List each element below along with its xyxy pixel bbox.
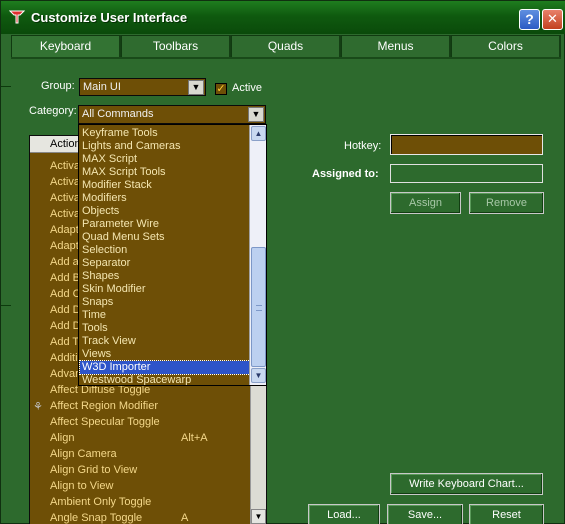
assign-button[interactable]: Assign bbox=[390, 192, 461, 214]
action-name: Activa bbox=[50, 176, 80, 188]
category-option[interactable]: Westwood Spacewarp bbox=[80, 374, 250, 385]
category-dropdown-list[interactable]: Keyframe Tools Lights and Cameras MAX Scri… bbox=[78, 124, 267, 386]
action-name: Affect Region Modifier bbox=[50, 400, 159, 412]
category-value: All Commands bbox=[82, 108, 154, 120]
category-option[interactable]: Quad Menu Sets bbox=[80, 231, 250, 244]
action-name: Activa bbox=[50, 208, 80, 220]
remove-button[interactable]: Remove bbox=[469, 192, 544, 214]
load-button[interactable]: Load... bbox=[308, 504, 380, 524]
chevron-down-icon[interactable]: ▼ bbox=[248, 107, 264, 122]
action-name: Add D bbox=[50, 320, 81, 332]
list-item[interactable]: Align Grid to View bbox=[30, 462, 250, 478]
action-name: Ambient Only Toggle bbox=[50, 496, 152, 508]
list-item[interactable]: Ambient Only Toggle bbox=[30, 494, 250, 510]
action-name: Adapt bbox=[50, 224, 79, 236]
category-option[interactable]: Modifier Stack bbox=[80, 179, 250, 192]
category-option[interactable]: Skin Modifier bbox=[80, 283, 250, 296]
category-options: Keyframe Tools Lights and Cameras MAX Scri… bbox=[79, 127, 251, 385]
action-name: Adapt bbox=[50, 240, 79, 252]
action-hotkey: Alt+A bbox=[181, 432, 208, 444]
scroll-down-icon[interactable]: ▼ bbox=[251, 509, 266, 524]
category-option[interactable]: Parameter Wire bbox=[80, 218, 250, 231]
category-option[interactable]: Snaps bbox=[80, 296, 250, 309]
tab-colors[interactable]: Colors bbox=[451, 35, 561, 58]
list-item[interactable]: ⚘ Affect Region Modifier bbox=[30, 398, 250, 414]
close-button[interactable]: ✕ bbox=[542, 9, 563, 30]
save-button[interactable]: Save... bbox=[387, 504, 463, 524]
hotkey-input[interactable] bbox=[390, 134, 543, 155]
category-option[interactable]: MAX Script Tools bbox=[80, 166, 250, 179]
scroll-down-icon[interactable]: ▼ bbox=[251, 368, 266, 383]
category-option[interactable]: Track View bbox=[80, 335, 250, 348]
action-name: Advar bbox=[50, 368, 79, 380]
action-name: Align bbox=[50, 432, 75, 444]
category-option[interactable]: Selection bbox=[80, 244, 250, 257]
chevron-down-icon[interactable]: ▼ bbox=[188, 80, 204, 95]
action-name: Align Grid to View bbox=[50, 464, 138, 476]
divider bbox=[1, 305, 11, 306]
hotkey-label: Hotkey: bbox=[344, 140, 382, 152]
group-dropdown[interactable]: Main UI ▼ bbox=[79, 78, 206, 96]
action-name: Affect Specular Toggle bbox=[50, 416, 160, 428]
grip-icon bbox=[256, 305, 262, 311]
active-label: Active bbox=[232, 82, 262, 94]
list-item[interactable]: Angle Snap Toggle A bbox=[30, 510, 250, 524]
category-option[interactable]: Tools bbox=[80, 322, 250, 335]
category-dropdown[interactable]: All Commands ▼ bbox=[78, 105, 266, 124]
action-name: Angle Snap Toggle bbox=[50, 512, 143, 524]
category-option[interactable]: Shapes bbox=[80, 270, 250, 283]
category-option[interactable]: Time bbox=[80, 309, 250, 322]
category-option[interactable]: Objects bbox=[80, 205, 250, 218]
tab-toolbars[interactable]: Toolbars bbox=[121, 35, 231, 58]
action-name: Additi bbox=[50, 352, 78, 364]
category-list-scrollbar[interactable]: ▲ ▼ bbox=[249, 125, 266, 385]
tab-strip: Keyboard Toolbars Quads Menus Colors bbox=[11, 35, 561, 58]
category-option[interactable]: W3D Importer bbox=[79, 360, 251, 375]
action-name: Add B bbox=[50, 272, 80, 284]
app-icon bbox=[9, 10, 25, 24]
list-item[interactable]: Align Camera bbox=[30, 446, 250, 462]
tab-quads[interactable]: Quads bbox=[231, 35, 341, 58]
assigned-to-field bbox=[390, 164, 543, 183]
scrollbar-thumb[interactable] bbox=[251, 247, 266, 367]
divider bbox=[1, 86, 11, 87]
tab-keyboard[interactable]: Keyboard bbox=[11, 35, 121, 58]
group-value: Main UI bbox=[83, 81, 121, 93]
customize-ui-window: Customize User Interface ? ✕ Keyboard To… bbox=[0, 0, 565, 524]
category-label: Category: bbox=[29, 105, 77, 117]
action-name: Add T bbox=[50, 336, 80, 348]
category-option[interactable]: Modifiers bbox=[80, 192, 250, 205]
action-name: Activa bbox=[50, 192, 80, 204]
action-name: Add D bbox=[50, 304, 81, 316]
category-option[interactable]: MAX Script bbox=[80, 153, 250, 166]
title-bar[interactable]: Customize User Interface ? ✕ bbox=[1, 1, 565, 34]
category-option[interactable]: Keyframe Tools bbox=[80, 127, 250, 140]
list-item[interactable]: Align to View bbox=[30, 478, 250, 494]
reset-button[interactable]: Reset bbox=[469, 504, 544, 524]
action-name: Add a bbox=[50, 256, 79, 268]
help-button[interactable]: ? bbox=[519, 9, 540, 30]
scroll-up-icon[interactable]: ▲ bbox=[251, 126, 266, 141]
category-option[interactable]: Views bbox=[80, 348, 250, 361]
active-checkbox[interactable]: ✓ bbox=[215, 83, 227, 95]
list-item[interactable]: Affect Specular Toggle bbox=[30, 414, 250, 430]
tab-divider bbox=[11, 57, 561, 59]
group-label: Group: bbox=[41, 80, 75, 92]
list-item[interactable]: Align Alt+A bbox=[30, 430, 250, 446]
action-name: Align Camera bbox=[50, 448, 117, 460]
assigned-to-label: Assigned to: bbox=[312, 168, 379, 180]
tab-menus[interactable]: Menus bbox=[341, 35, 451, 58]
action-name: Align to View bbox=[50, 480, 114, 492]
category-option[interactable]: Lights and Cameras bbox=[80, 140, 250, 153]
action-hotkey: A bbox=[181, 512, 189, 524]
action-name: Activa bbox=[50, 160, 80, 172]
category-option[interactable]: Separator bbox=[80, 257, 250, 270]
write-keyboard-chart-button[interactable]: Write Keyboard Chart... bbox=[390, 473, 543, 495]
window-title: Customize User Interface bbox=[31, 10, 188, 25]
modifier-icon: ⚘ bbox=[33, 401, 43, 413]
action-name: Add C bbox=[50, 288, 81, 300]
